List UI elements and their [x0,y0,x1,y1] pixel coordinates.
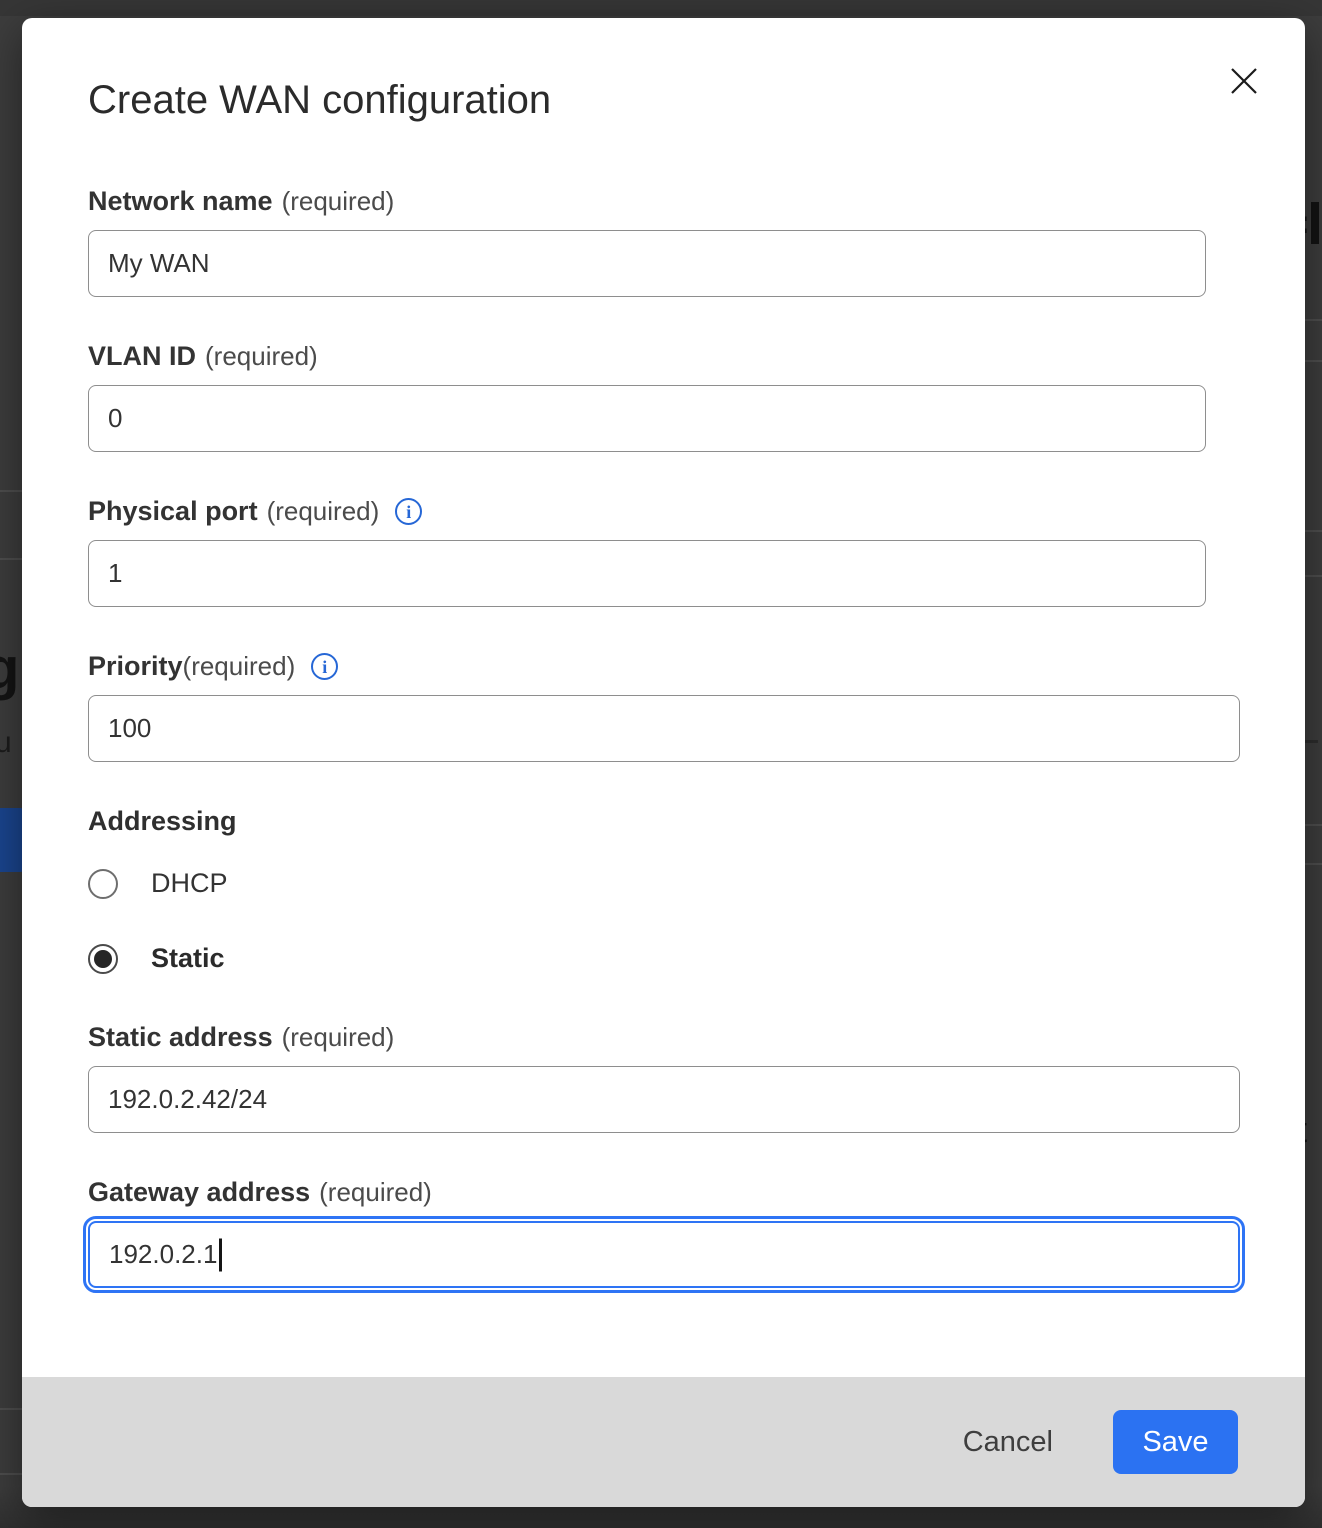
required-hint: (required) [267,496,380,527]
physical-port-input[interactable] [88,540,1206,607]
focused-input-ring [88,1221,1240,1288]
save-button[interactable]: Save [1113,1410,1238,1474]
create-wan-dialog: Create WAN configuration Network name (r… [22,18,1305,1507]
required-hint: (required) [282,186,395,217]
cancel-button[interactable]: Cancel [949,1418,1067,1467]
gateway-address-input[interactable] [88,1221,1240,1288]
bg-table-line [0,558,22,560]
field-label: Network name [88,186,273,217]
info-icon[interactable] [395,498,422,525]
bg-text-fragment: g [0,640,19,698]
field-physical-port: Physical port (required) [88,496,1240,607]
bg-text-fragment [1303,740,1318,743]
bg-table-line [1305,530,1322,532]
radio-option-static[interactable]: Static [88,943,1240,974]
field-gateway-address: Gateway address (required) [88,1177,1240,1288]
field-priority: Priority (required) [88,651,1240,762]
field-network-name: Network name (required) [88,186,1240,297]
text-caret [219,1238,222,1271]
radio-unselected-icon[interactable] [88,869,118,899]
bg-table-line [0,1473,22,1475]
bg-table-line [1305,360,1322,362]
required-hint: (required) [205,341,318,372]
dialog-title: Create WAN configuration [88,76,1240,124]
field-static-address: Static address (required) [88,1022,1240,1133]
field-label: Physical port [88,496,258,527]
addressing-heading: Addressing [88,806,1240,837]
field-label: VLAN ID [88,341,196,372]
field-label: Priority [88,651,183,682]
dialog-footer: Cancel Save [22,1377,1305,1507]
bg-table-line [0,490,22,492]
vlan-id-input[interactable] [88,385,1206,452]
bg-text-fragment [1311,202,1319,244]
bg-text-fragment: u [0,728,12,758]
priority-input[interactable] [88,695,1240,762]
bg-table-line [1305,824,1322,826]
field-vlan-id: VLAN ID (required) [88,341,1240,452]
static-address-input[interactable] [88,1066,1240,1133]
bg-table-line [1305,575,1322,577]
bg-table-line [1305,863,1322,865]
field-label: Gateway address [88,1177,310,1208]
required-hint: (required) [319,1177,432,1208]
radio-label[interactable]: Static [151,943,225,974]
bg-table-line [1305,319,1322,321]
network-name-input[interactable] [88,230,1206,297]
radio-selected-icon[interactable] [88,944,118,974]
required-hint: (required) [282,1022,395,1053]
required-hint: (required) [183,651,296,682]
info-icon[interactable] [311,653,338,680]
radio-label[interactable]: DHCP [151,868,228,899]
field-label: Static address [88,1022,273,1053]
bg-table-line [0,1408,22,1410]
radio-option-dhcp[interactable]: DHCP [88,868,1240,899]
